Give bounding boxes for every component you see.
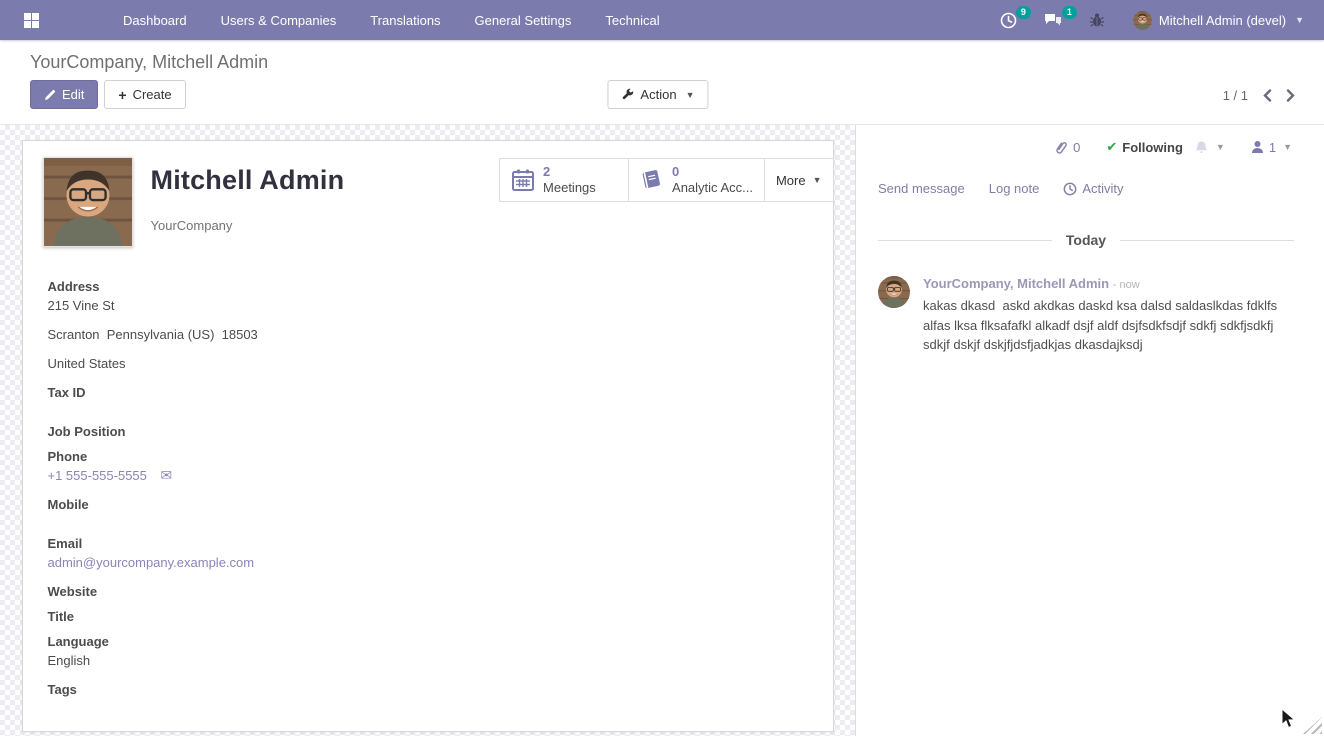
attachments-count: 0 <box>1073 140 1080 155</box>
chevron-down-icon[interactable]: ▼ <box>1216 142 1225 152</box>
tax-id-label: Tax ID <box>48 383 813 402</box>
following-label: Following <box>1122 140 1183 155</box>
messages-count-badge: 1 <box>1062 6 1077 19</box>
check-icon: ✔ <box>1106 139 1117 155</box>
chevron-down-icon: ▼ <box>1295 15 1304 25</box>
pager-value: 1 / 1 <box>1223 88 1248 103</box>
followers-count: 1 <box>1269 140 1276 155</box>
top-navbar: Dashboard Users & Companies Translations… <box>0 0 1324 40</box>
mouse-cursor <box>1281 708 1298 730</box>
attachments-button[interactable]: 0 <box>1055 140 1080 155</box>
address-label: Address <box>48 277 813 296</box>
chevron-down-icon: ▼ <box>686 90 695 100</box>
analytic-label: Analytic Acc... <box>672 180 753 196</box>
menu-users-companies[interactable]: Users & Companies <box>208 0 350 40</box>
meetings-count: 2 <box>543 164 596 180</box>
action-label: Action <box>640 87 676 102</box>
language-label: Language <box>48 632 813 651</box>
stat-button-group: 2 Meetings 0 Analytic Acc... More ▼ <box>499 158 833 202</box>
menu-dashboard[interactable]: Dashboard <box>110 0 200 40</box>
user-name: Mitchell Admin (devel) <box>1159 13 1286 28</box>
pager-previous-icon[interactable] <box>1262 89 1272 102</box>
analytic-accounts-stat-button[interactable]: 0 Analytic Acc... <box>628 158 765 202</box>
contact-name-title: Mitchell Admin <box>151 165 345 196</box>
action-dropdown-button[interactable]: Action ▼ <box>607 80 708 109</box>
tags-label: Tags <box>48 680 813 699</box>
debug-bug-icon[interactable] <box>1081 8 1113 32</box>
company-name-link[interactable]: YourCompany <box>151 218 233 233</box>
pager: 1 / 1 <box>1223 88 1296 103</box>
create-label: Create <box>133 87 172 102</box>
message-timestamp: - now <box>1113 279 1140 291</box>
followers-button[interactable]: 1 ▼ <box>1251 140 1292 155</box>
contact-fields: Address 215 Vine St Scranton Pennsylvani… <box>43 277 813 699</box>
email-link[interactable]: admin@yourcompany.example.com <box>48 555 255 570</box>
edit-label: Edit <box>62 87 84 102</box>
message-body: kakas dkasd askd akdkas daskd ksa dalsd … <box>923 296 1295 355</box>
schedule-activity-button[interactable]: Activity <box>1063 181 1123 196</box>
edit-button[interactable]: Edit <box>30 80 98 109</box>
language-value: English <box>48 651 813 670</box>
activity-clock-icon <box>1063 182 1077 196</box>
chatter-message: YourCompany, Mitchell Admin - now kakas … <box>878 276 1294 355</box>
phone-link[interactable]: +1 555-555-5555 <box>48 468 147 483</box>
form-sheet: Mitchell Admin YourCompany 2 Meetings <box>22 140 834 732</box>
mobile-label: Mobile <box>48 495 813 514</box>
country-value: United States <box>48 354 813 373</box>
messages-menu-button[interactable]: 1 <box>1035 8 1071 33</box>
activity-label: Activity <box>1082 181 1123 196</box>
chevron-down-icon: ▼ <box>813 175 822 185</box>
apps-menu-icon[interactable] <box>8 0 54 40</box>
street-value: 215 Vine St <box>48 296 813 315</box>
bell-icon[interactable] <box>1194 140 1209 155</box>
phone-label: Phone <box>48 447 813 466</box>
send-message-button[interactable]: Send message <box>878 181 965 196</box>
today-label: Today <box>1066 232 1106 248</box>
book-icon <box>640 168 664 192</box>
breadcrumb[interactable]: YourCompany, Mitchell Admin <box>0 40 1324 73</box>
paperclip-icon <box>1055 140 1068 155</box>
title-label: Title <box>48 607 813 626</box>
email-label: Email <box>48 534 813 553</box>
message-author[interactable]: YourCompany, Mitchell Admin <box>923 276 1109 291</box>
main-menu: Dashboard Users & Companies Translations… <box>110 0 673 40</box>
city-state-zip-value: Scranton Pennsylvania (US) 18503 <box>48 325 813 344</box>
job-position-label: Job Position <box>48 422 813 441</box>
activities-menu-button[interactable]: 9 <box>992 8 1025 33</box>
menu-technical[interactable]: Technical <box>592 0 672 40</box>
pencil-icon <box>44 89 56 101</box>
form-view-background: Mitchell Admin YourCompany 2 Meetings <box>0 125 855 736</box>
menu-general-settings[interactable]: General Settings <box>462 0 585 40</box>
pager-next-icon[interactable] <box>1286 89 1296 102</box>
menu-translations[interactable]: Translations <box>357 0 453 40</box>
more-label: More <box>776 173 806 188</box>
more-dropdown-button[interactable]: More ▼ <box>764 158 834 202</box>
chevron-down-icon[interactable]: ▼ <box>1283 142 1292 152</box>
create-button[interactable]: + Create <box>104 80 185 109</box>
chat-bubbles-icon <box>1043 12 1063 29</box>
following-button[interactable]: ✔ Following ▼ <box>1106 139 1224 155</box>
today-separator: Today <box>878 232 1294 248</box>
user-menu[interactable]: Mitchell Admin (devel) ▼ <box>1123 11 1308 30</box>
log-note-button[interactable]: Log note <box>989 181 1040 196</box>
control-panel: YourCompany, Mitchell Admin Edit + Creat… <box>0 40 1324 125</box>
message-author-avatar <box>878 276 910 308</box>
sms-envelope-icon[interactable]: ✉ <box>161 467 173 483</box>
activities-count-badge: 9 <box>1016 6 1031 19</box>
analytic-count: 0 <box>672 164 753 180</box>
contact-photo[interactable] <box>43 157 133 247</box>
person-icon <box>1251 140 1264 154</box>
chatter-panel: 0 ✔ Following ▼ 1 ▼ Send message Log not… <box>855 125 1324 736</box>
user-avatar <box>1133 11 1152 30</box>
clock-icon <box>1000 12 1017 29</box>
meetings-label: Meetings <box>543 180 596 196</box>
systray: 9 1 Mitchell Admin (devel) ▼ <box>992 8 1308 33</box>
website-label: Website <box>48 582 813 601</box>
wrench-icon <box>621 88 634 101</box>
calendar-icon <box>511 168 535 192</box>
plus-icon: + <box>118 88 126 102</box>
meetings-stat-button[interactable]: 2 Meetings <box>499 158 629 202</box>
